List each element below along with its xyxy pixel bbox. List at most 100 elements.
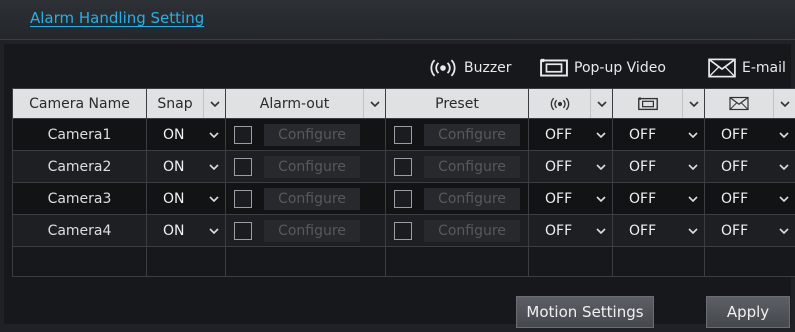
preset-configure-button[interactable]: Configure (424, 219, 520, 242)
preset-checkbox[interactable] (394, 157, 412, 176)
header-bar: Alarm Handling Setting (0, 0, 795, 40)
alarm-out-cell: Configure (225, 214, 386, 247)
popup-value: OFF (629, 190, 657, 207)
popup-video-icon (638, 97, 658, 111)
table-row: Camera2 ON Configure Configure OFF OFF O… (12, 150, 795, 183)
chevron-down-icon (779, 164, 789, 170)
chevron-down-icon (209, 132, 219, 138)
chevron-down-icon (779, 228, 789, 234)
alarm-out-batch-dropdown[interactable] (363, 89, 385, 118)
preset-header-label: Preset (435, 95, 479, 112)
alarm-out-checkbox[interactable] (234, 221, 252, 240)
popup-value: OFF (629, 158, 657, 175)
preset-checkbox[interactable] (394, 125, 412, 144)
alarm-out-checkbox[interactable] (234, 157, 252, 176)
alarm-out-configure-button[interactable]: Configure (264, 155, 360, 178)
table-row: Camera3 ON Configure Configure OFF OFF O… (12, 182, 795, 215)
popup-select[interactable]: OFF (612, 150, 705, 183)
alarm-table: Camera Name Snap Alarm-out Preset Camera… (12, 88, 795, 277)
buzzer-select[interactable]: OFF (528, 150, 613, 183)
popup-select[interactable]: OFF (612, 214, 705, 247)
chevron-down-icon (596, 132, 606, 138)
legend-email: E-mail (708, 56, 786, 80)
buzzer-select[interactable]: OFF (528, 214, 613, 247)
buzzer-batch-dropdown[interactable] (590, 89, 612, 118)
preset-cell: Configure (385, 150, 529, 183)
legend-popup-label: Pop-up Video (574, 60, 666, 76)
buzzer-value: OFF (545, 190, 573, 207)
legend-buzzer-label: Buzzer (464, 60, 512, 76)
buzzer-select[interactable]: OFF (528, 118, 613, 151)
column-header-preset: Preset (385, 88, 529, 119)
column-header-popup[interactable] (612, 88, 705, 119)
preset-checkbox[interactable] (394, 189, 412, 208)
buzzer-value: OFF (545, 222, 573, 239)
column-header-email[interactable] (704, 88, 795, 119)
chevron-down-icon (596, 196, 606, 202)
chevron-down-icon (688, 196, 698, 202)
preset-cell: Configure (385, 182, 529, 215)
column-header-buzzer[interactable] (528, 88, 613, 119)
column-header-snap[interactable]: Snap (146, 88, 226, 119)
chevron-down-icon (779, 132, 789, 138)
email-value: OFF (721, 222, 749, 239)
preset-configure-button[interactable]: Configure (424, 187, 520, 210)
snap-value: ON (163, 126, 185, 143)
camera-name-cell: Camera1 (12, 118, 147, 151)
preset-cell: Configure (385, 118, 529, 151)
chevron-down-icon (209, 228, 219, 234)
chevron-down-icon (780, 101, 790, 107)
snap-select[interactable]: ON (146, 214, 226, 247)
preset-checkbox[interactable] (394, 221, 412, 240)
table-row: Camera1 ON Configure Configure OFF OFF O… (12, 118, 795, 151)
snap-select[interactable]: ON (146, 118, 226, 151)
email-select[interactable]: OFF (704, 182, 795, 215)
chevron-down-icon (597, 101, 607, 107)
alarm-out-configure-button[interactable]: Configure (264, 123, 360, 146)
snap-batch-dropdown[interactable] (203, 89, 225, 118)
alarm-out-checkbox[interactable] (234, 189, 252, 208)
column-header-alarm-out[interactable]: Alarm-out (225, 88, 386, 119)
snap-value: ON (163, 190, 185, 207)
preset-configure-button[interactable]: Configure (424, 155, 520, 178)
page-title[interactable]: Alarm Handling Setting (30, 9, 204, 27)
camera-name-cell: Camera3 (12, 182, 147, 215)
alarm-out-configure-button[interactable]: Configure (264, 219, 360, 242)
alarm-out-configure-button[interactable]: Configure (264, 187, 360, 210)
snap-value: ON (163, 158, 185, 175)
motion-settings-button[interactable]: Motion Settings (516, 296, 654, 328)
alarm-out-cell: Configure (225, 118, 386, 151)
email-select[interactable]: OFF (704, 150, 795, 183)
chevron-down-icon (689, 101, 699, 107)
chevron-down-icon (688, 132, 698, 138)
chevron-down-icon (596, 164, 606, 170)
buzzer-select[interactable]: OFF (528, 182, 613, 215)
email-value: OFF (721, 190, 749, 207)
alarm-out-checkbox[interactable] (234, 125, 252, 144)
column-header-camera: Camera Name (12, 88, 147, 119)
chevron-down-icon (688, 228, 698, 234)
chevron-down-icon (596, 228, 606, 234)
table-row-empty (12, 246, 795, 277)
email-batch-dropdown[interactable] (773, 89, 795, 118)
legend-buzzer: Buzzer (428, 56, 512, 80)
chevron-down-icon (779, 196, 789, 202)
popup-select[interactable]: OFF (612, 182, 705, 215)
buzzer-value: OFF (545, 126, 573, 143)
email-select[interactable]: OFF (704, 214, 795, 247)
snap-value: ON (163, 222, 185, 239)
chevron-down-icon (209, 196, 219, 202)
buzzer-icon (550, 97, 570, 111)
buzzer-value: OFF (545, 158, 573, 175)
popup-select[interactable]: OFF (612, 118, 705, 151)
chevron-down-icon (210, 101, 220, 107)
apply-button[interactable]: Apply (706, 296, 790, 328)
snap-select[interactable]: ON (146, 150, 226, 183)
popup-batch-dropdown[interactable] (682, 89, 704, 118)
legend-email-label: E-mail (742, 60, 786, 76)
popup-video-icon (540, 58, 568, 78)
snap-select[interactable]: ON (146, 182, 226, 215)
preset-cell: Configure (385, 214, 529, 247)
preset-configure-button[interactable]: Configure (424, 123, 520, 146)
email-select[interactable]: OFF (704, 118, 795, 151)
